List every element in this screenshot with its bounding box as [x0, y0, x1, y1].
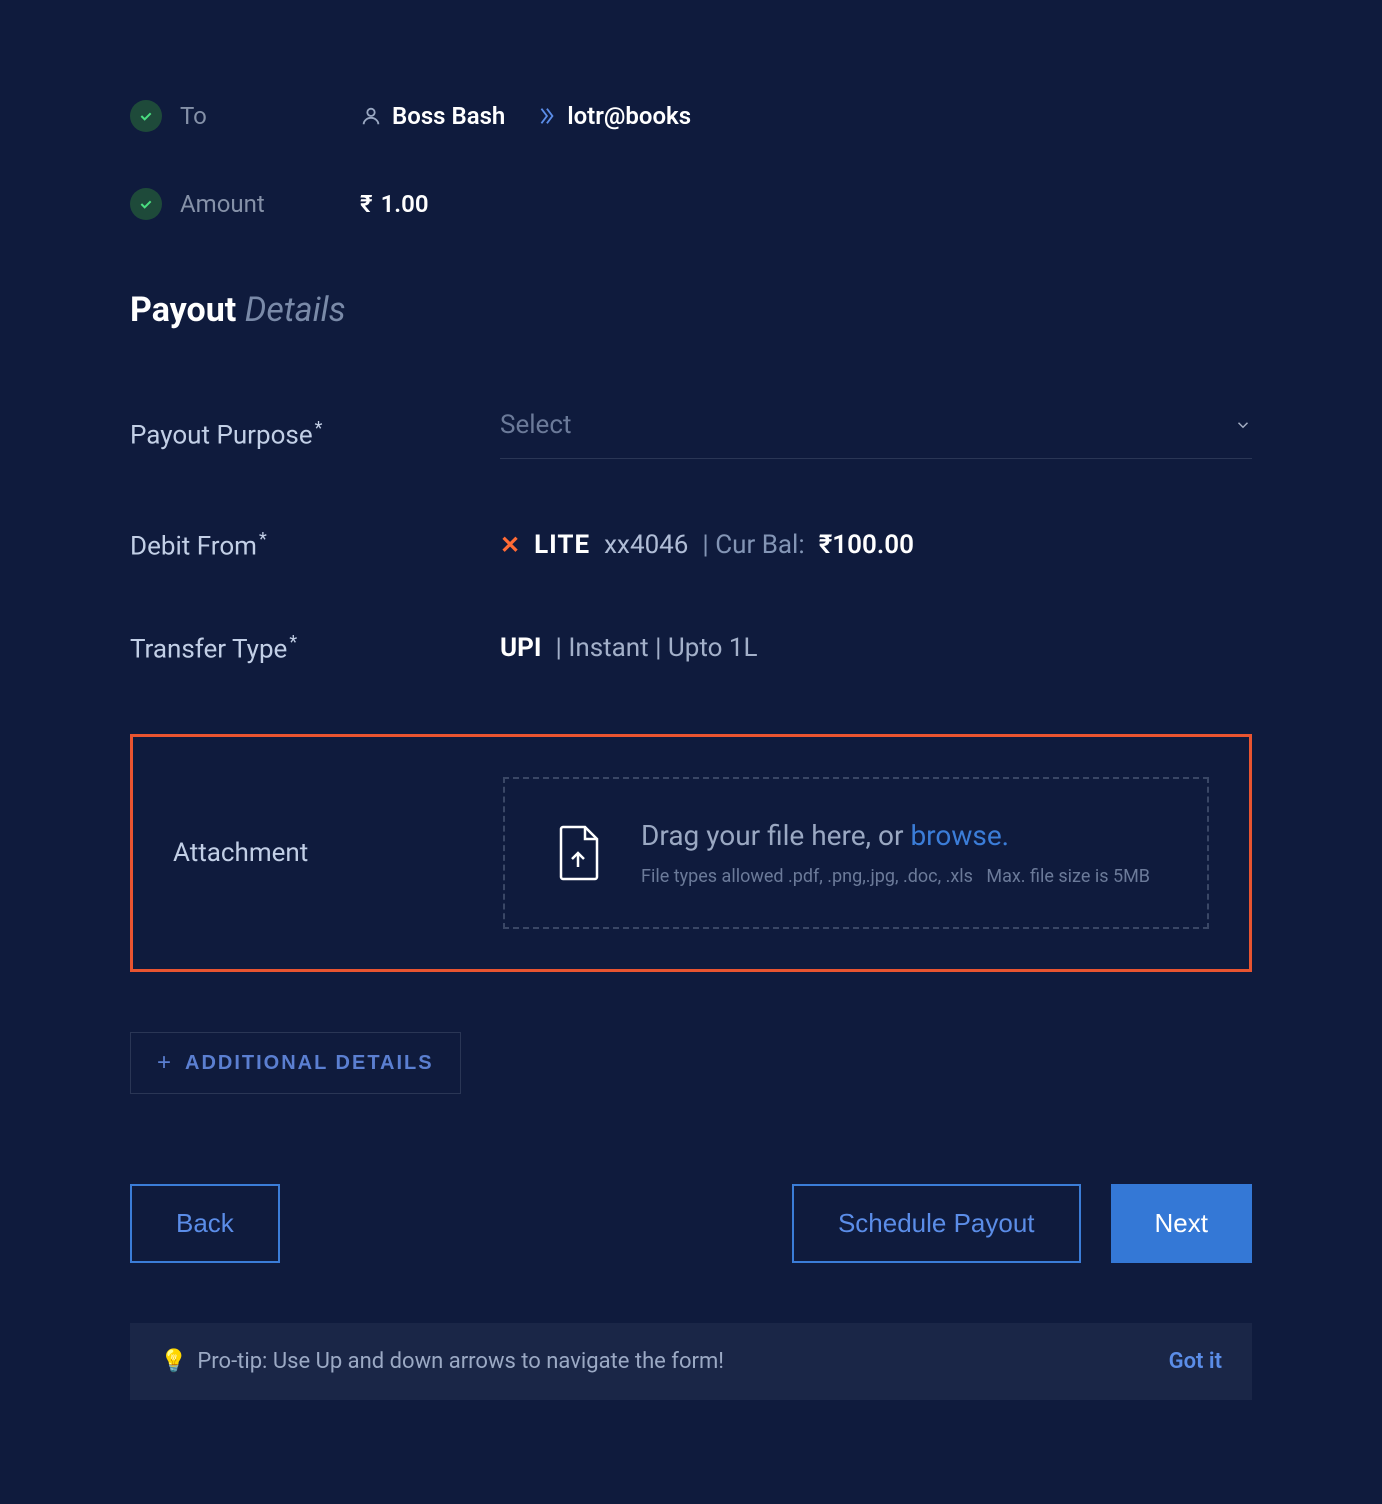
attachment-label: Attachment: [173, 838, 503, 868]
transfer-label: Transfer Type*: [130, 632, 500, 665]
check-icon: [130, 188, 162, 220]
dropzone-text: Drag your file here, or browse.: [641, 819, 1150, 852]
next-button[interactable]: Next: [1111, 1184, 1252, 1263]
check-icon: [130, 100, 162, 132]
rupee-symbol: ₹: [360, 190, 373, 218]
attachment-section: Attachment Drag your file here, or brows…: [130, 734, 1252, 972]
transfer-method: UPI: [500, 633, 542, 663]
file-dropzone[interactable]: Drag your file here, or browse. File typ…: [503, 777, 1209, 929]
back-button[interactable]: Back: [130, 1184, 280, 1263]
debit-info: ✕ LITE xx4046 | Cur Bal: ₹100.00: [500, 530, 914, 560]
got-it-button[interactable]: Got it: [1169, 1349, 1222, 1374]
transfer-info: UPI | Instant | Upto 1L: [500, 633, 758, 663]
recipient-upi: lotr@books: [567, 102, 691, 130]
dropzone-help: File types allowed .pdf, .png,.jpg, .doc…: [641, 866, 1150, 887]
additional-details-button[interactable]: + ADDITIONAL DETAILS: [130, 1032, 461, 1094]
to-label: To: [180, 102, 360, 130]
payout-purpose-row: Payout Purpose* Select: [130, 410, 1252, 459]
amount-value: 1.00: [381, 190, 429, 218]
amount-label: Amount: [180, 190, 360, 218]
debit-from-row: Debit From* ✕ LITE xx4046 | Cur Bal: ₹10…: [130, 529, 1252, 562]
protip-banner: 💡 Pro-tip: Use Up and down arrows to nav…: [130, 1323, 1252, 1400]
summary-to-row: To Boss Bash lotr@books: [130, 100, 1252, 132]
purpose-select[interactable]: Select: [500, 410, 1252, 459]
balance-amount: ₹100.00: [819, 530, 914, 560]
schedule-payout-button[interactable]: Schedule Payout: [792, 1184, 1081, 1263]
bulb-icon: 💡: [160, 1349, 187, 1374]
select-placeholder: Select: [500, 410, 571, 440]
additional-label: ADDITIONAL DETAILS: [185, 1052, 434, 1075]
section-title: Payout Details: [130, 290, 1252, 330]
transfer-type-row: Transfer Type* UPI | Instant | Upto 1L: [130, 632, 1252, 665]
purpose-label: Payout Purpose*: [130, 418, 500, 451]
browse-link[interactable]: browse.: [910, 819, 1009, 852]
recipient-name-group: Boss Bash: [360, 102, 505, 130]
recipient-upi-group: lotr@books: [535, 102, 691, 130]
balance-label: | Cur Bal:: [702, 530, 804, 560]
title-bold: Payout: [130, 290, 236, 330]
lite-text: LITE: [534, 530, 590, 560]
plus-icon: +: [157, 1049, 173, 1077]
transfer-details: | Instant | Upto 1L: [556, 633, 758, 663]
upload-icon: [555, 825, 601, 881]
x-logo-icon: ✕: [500, 531, 520, 559]
summary-amount-row: Amount ₹ 1.00: [130, 188, 1252, 220]
person-icon: [360, 105, 382, 127]
upi-icon: [535, 105, 557, 127]
recipient-name: Boss Bash: [392, 102, 505, 130]
debit-label: Debit From*: [130, 529, 500, 562]
title-light: Details: [245, 290, 346, 330]
button-row: Back Schedule Payout Next: [130, 1184, 1252, 1263]
protip-text: Pro-tip: Use Up and down arrows to navig…: [197, 1349, 724, 1374]
chevron-down-icon: [1234, 416, 1252, 434]
account-number: xx4046: [604, 530, 688, 560]
